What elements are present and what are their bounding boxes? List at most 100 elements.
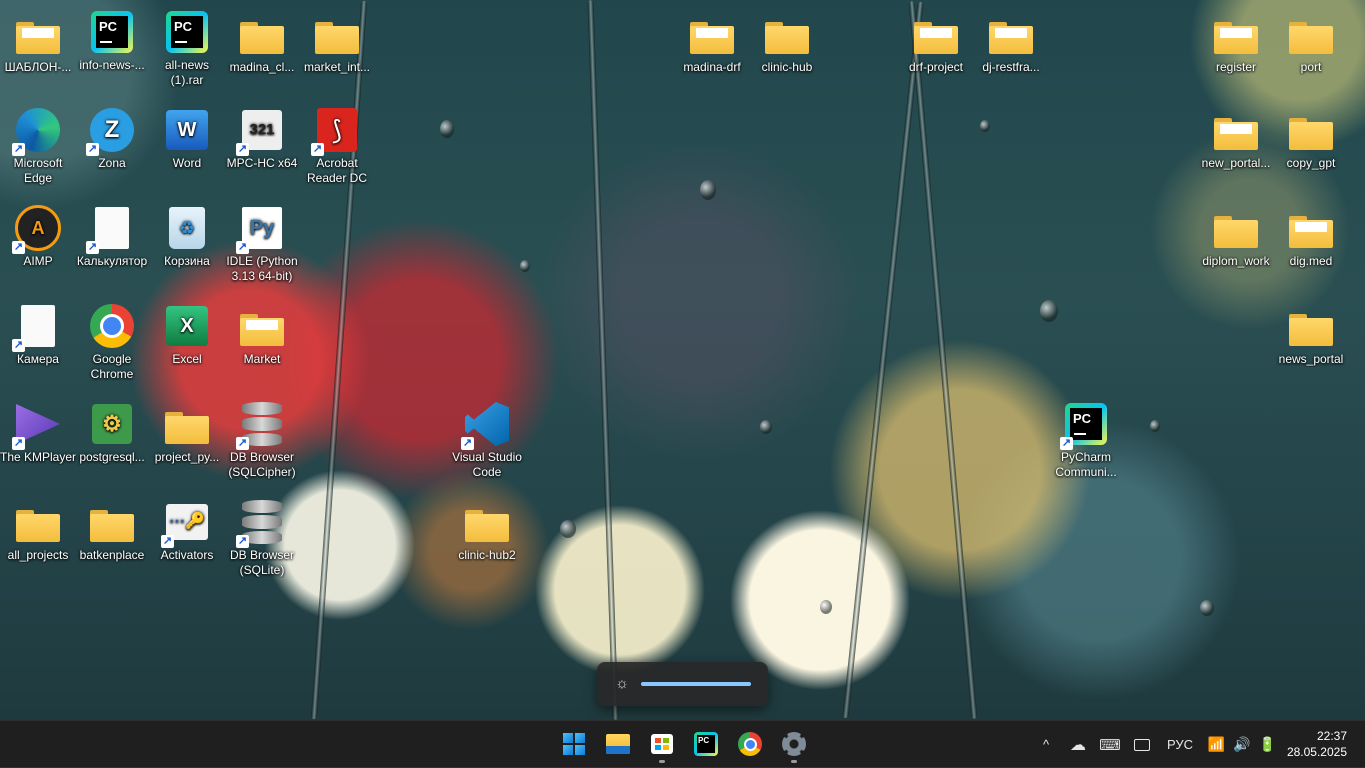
shortcut-arrow-icon: ↗	[236, 437, 249, 450]
desktop-icon[interactable]: port	[1273, 10, 1349, 75]
brightness-slider[interactable]	[641, 682, 751, 686]
folder-icon	[763, 10, 811, 58]
folder-icon	[1287, 10, 1335, 58]
desktop-icon-label: info-news-...	[79, 58, 145, 72]
desktop-icon[interactable]: batkenplace	[74, 498, 150, 563]
onedrive-button[interactable]: ☁	[1066, 721, 1090, 768]
wallpaper-drop	[760, 420, 772, 434]
word-icon: W	[163, 106, 211, 154]
pycharm-icon: PC	[88, 8, 136, 56]
folder-icon	[1287, 302, 1335, 350]
desktop-icon[interactable]: madina_cl...	[224, 10, 300, 75]
desktop-icon[interactable]: dj-restfra...	[973, 10, 1049, 75]
desktop-icon-label: market_int...	[303, 60, 371, 74]
running-indicator	[791, 760, 797, 763]
shortcut-arrow-icon: ↗	[161, 535, 174, 548]
postgresql-icon: ⚙	[88, 400, 136, 448]
taskbar-microsoft-store[interactable]	[646, 729, 678, 763]
desktop-icon[interactable]: Z ↗ Zona	[74, 106, 150, 171]
show-hidden-icons-button[interactable]: ^	[1036, 721, 1056, 768]
desktop-icon-label: Acrobat Reader DC	[306, 156, 368, 185]
shortcut-arrow-icon: ↗	[86, 143, 99, 156]
desktop-icon-label: Microsoft Edge	[13, 156, 63, 185]
desktop-icon-label: IDLE (Python 3.13 64-bit)	[226, 254, 298, 283]
desktop-icon[interactable]: ⋯🔑 ↗ Activators	[149, 498, 225, 563]
desktop-icon[interactable]: A ↗ AIMP	[0, 204, 76, 269]
desktop-icon-label: dj-restfra...	[982, 60, 1040, 74]
desktop-icon-label: new_portal...	[1201, 156, 1271, 170]
clock-date: 28.05.2025	[1286, 745, 1347, 759]
tablet-mode-button[interactable]	[1130, 721, 1154, 768]
input-language-button[interactable]: РУС	[1162, 721, 1198, 768]
desktop-icon[interactable]: new_portal...	[1198, 106, 1274, 171]
start-button[interactable]	[558, 729, 590, 759]
pycharm-icon: PC ↗	[1060, 400, 1110, 450]
battery-icon: 🔋	[1258, 736, 1277, 752]
desktop-icon[interactable]: W Word	[149, 106, 225, 171]
desktop-icon[interactable]: Market	[224, 302, 300, 367]
desktop-icon[interactable]: diplom_work	[1198, 204, 1274, 269]
desktop-icon[interactable]: drf-project	[898, 10, 974, 75]
taskbar-pycharm[interactable]: PC	[690, 729, 722, 759]
shortcut-arrow-icon: ↗	[236, 241, 249, 254]
desktop-icon[interactable]: Py ↗ IDLE (Python 3.13 64-bit)	[224, 204, 300, 284]
desktop-icon-label: The KMPlayer	[0, 450, 77, 464]
desktop-icon[interactable]: ⟆ ↗ Acrobat Reader DC	[299, 106, 375, 186]
desktop-icon[interactable]: ↗ The KMPlayer	[0, 400, 76, 465]
desktop-icon[interactable]: market_int...	[299, 10, 375, 75]
desktop-icon[interactable]: clinic-hub	[749, 10, 825, 75]
desktop-icon[interactable]: PC ↗ PyCharm Communi...	[1048, 400, 1124, 480]
desktop-icon[interactable]: 321 ↗ MPC-HC x64	[224, 106, 300, 171]
taskbar-chrome[interactable]	[734, 729, 766, 759]
desktop-icon-label: project_py...	[154, 450, 220, 464]
desktop-icon[interactable]: X Excel	[149, 302, 225, 367]
desktop-icon-label: postgresql...	[79, 450, 145, 464]
desktop-icon-label: news_portal	[1278, 352, 1344, 366]
desktop-icon[interactable]: ⚙ postgresql...	[74, 400, 150, 465]
shortcut-arrow-icon: ↗	[236, 143, 249, 156]
desktop-icon[interactable]: ↗ DB Browser (SQLite)	[224, 498, 300, 578]
desktop-icon[interactable]: ↗ Microsoft Edge	[0, 106, 76, 186]
python-idle-icon: Py ↗	[236, 204, 286, 254]
clock-button[interactable]: 22:37 28.05.2025	[1287, 728, 1347, 760]
wallpaper-drop	[1150, 420, 1160, 432]
brightness-flyout: ☼	[597, 662, 768, 706]
mpc-hc-icon: 321 ↗	[236, 106, 286, 156]
desktop-icon[interactable]: dig.med	[1273, 204, 1349, 269]
folder-icon	[463, 498, 511, 546]
desktop-icon[interactable]: register	[1198, 10, 1274, 75]
zona-icon: Z ↗	[86, 106, 136, 156]
desktop-icon[interactable]: copy_gpt	[1273, 106, 1349, 171]
desktop-icon[interactable]: Google Chrome	[74, 302, 150, 382]
acrobat-icon: ⟆ ↗	[311, 106, 361, 156]
tablet-mode-icon	[1134, 738, 1150, 751]
desktop-icon[interactable]: all_projects	[0, 498, 76, 563]
shortcut-arrow-icon: ↗	[12, 339, 25, 352]
desktop-icon[interactable]: ↗ Visual Studio Code	[449, 400, 525, 480]
clock-time: 22:37	[1316, 729, 1347, 743]
desktop-icon[interactable]: PC all-news (1).rar	[149, 8, 225, 88]
desktop-icon[interactable]: news_portal	[1273, 302, 1349, 367]
touch-keyboard-button[interactable]: ⌨	[1098, 721, 1122, 768]
taskbar-file-explorer[interactable]	[602, 729, 634, 759]
desktop-icon[interactable]: ♻ Корзина	[149, 204, 225, 269]
taskbar-settings[interactable]	[778, 729, 810, 763]
wallpaper-drop	[1200, 600, 1214, 616]
desktop-icon[interactable]: clinic-hub2	[449, 498, 525, 563]
desktop-icon-label: ШАБЛОН-...	[4, 60, 72, 74]
desktop-icon-label: Activators	[160, 548, 214, 562]
desktop-icon[interactable]: ШАБЛОН-...	[0, 10, 76, 75]
wallpaper-drop	[560, 520, 576, 538]
desktop-icon-label: port	[1300, 60, 1322, 74]
desktop-icon[interactable]: project_py...	[149, 400, 225, 465]
desktop-icon[interactable]: ↗ DB Browser (SQLCipher)	[224, 400, 300, 480]
desktop-icon[interactable]: ↗ Калькулятор	[74, 204, 150, 269]
desktop-icon[interactable]: ↗ Камера	[0, 302, 76, 367]
document-icon: ↗	[86, 204, 136, 254]
desktop-icon-label: copy_gpt	[1286, 156, 1336, 170]
desktop-icon[interactable]: madina-drf	[674, 10, 750, 75]
network-volume-battery-button[interactable]: 📶 🔊 🔋	[1206, 721, 1278, 768]
chevron-up-icon: ^	[1042, 737, 1050, 752]
desktop-icon[interactable]: PC info-news-...	[74, 8, 150, 73]
desktop-icon-label: Камера	[17, 352, 59, 366]
